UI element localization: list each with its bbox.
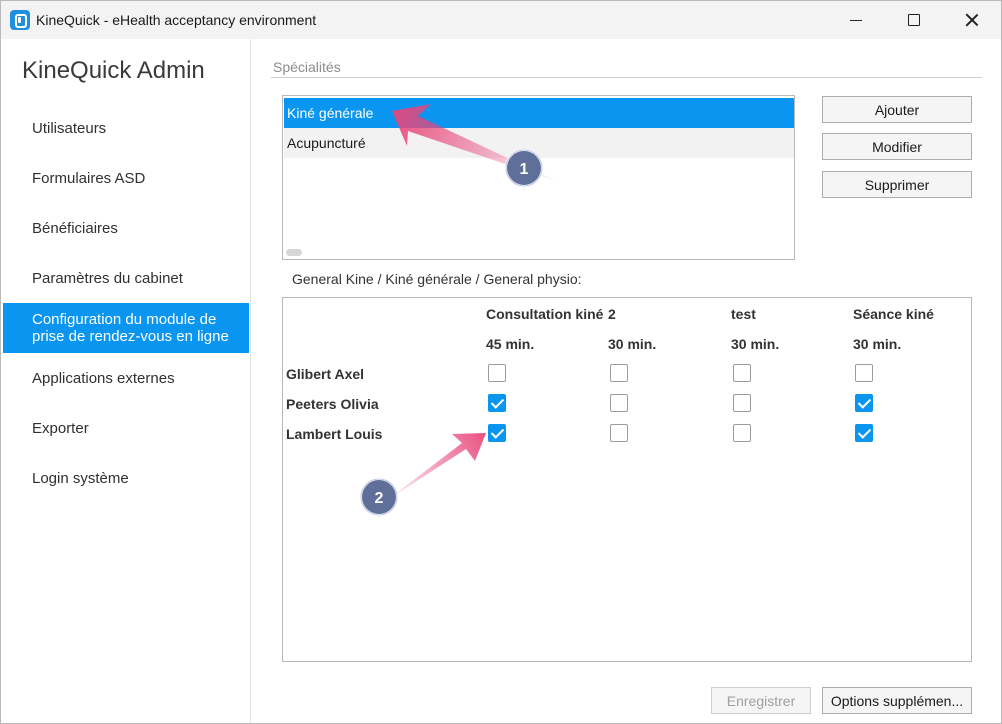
edit-button[interactable]: Modifier (822, 133, 972, 160)
column-header: Consultation kiné (486, 306, 604, 322)
sidebar-item-applications-externes[interactable]: Applications externes (3, 353, 249, 403)
window-title: KineQuick - eHealth acceptancy environme… (36, 12, 317, 28)
add-button[interactable]: Ajouter (822, 96, 972, 123)
column-duration: 30 min. (731, 336, 780, 352)
minimize-icon (850, 19, 862, 21)
column-header: test (731, 306, 756, 322)
sidebar: KineQuick Admin Utilisateurs Formulaires… (1, 39, 251, 723)
list-item[interactable]: Kiné générale (284, 98, 794, 128)
app-logo-icon (10, 10, 30, 30)
sidebar-item-configuration-rdv[interactable]: Configuration du module de prise de rend… (3, 303, 249, 353)
sidebar-item-login-systeme[interactable]: Login système (3, 453, 249, 503)
sidebar-item-parametres-cabinet[interactable]: Paramètres du cabinet (3, 253, 249, 303)
column-duration: 45 min. (486, 336, 535, 352)
availability-checkbox[interactable] (488, 424, 506, 442)
grid-caption: General Kine / Kiné générale / General p… (292, 271, 582, 287)
sidebar-item-formulaires-asd[interactable]: Formulaires ASD (3, 153, 249, 203)
delete-button[interactable]: Supprimer (822, 171, 972, 198)
maximize-button[interactable] (885, 1, 943, 39)
row-name: Glibert Axel (286, 366, 365, 382)
more-options-button[interactable]: Options supplémen... (822, 687, 972, 714)
availability-checkbox[interactable] (855, 364, 873, 382)
column-header: Séance kiné (853, 306, 934, 322)
app-window: KineQuick - eHealth acceptancy environme… (0, 0, 1002, 724)
availability-checkbox[interactable] (610, 394, 628, 412)
availability-checkbox[interactable] (733, 364, 751, 382)
availability-checkbox[interactable] (855, 424, 873, 442)
section-divider (271, 77, 982, 78)
availability-checkbox[interactable] (610, 364, 628, 382)
minimize-button[interactable] (827, 1, 885, 39)
column-duration: 30 min. (608, 336, 657, 352)
specialities-list[interactable]: Kiné générale Acupuncturé (282, 95, 795, 260)
availability-checkbox[interactable] (488, 394, 506, 412)
close-icon (965, 13, 979, 27)
column-header: 2 (608, 306, 616, 322)
sidebar-title: KineQuick Admin (22, 57, 205, 84)
section-title: Spécialités (273, 59, 341, 75)
availability-checkbox[interactable] (733, 394, 751, 412)
close-button[interactable] (943, 1, 1001, 39)
row-name: Lambert Louis (286, 426, 383, 442)
horizontal-scrollbar[interactable] (286, 249, 302, 256)
availability-checkbox[interactable] (855, 394, 873, 412)
availability-checkbox[interactable] (488, 364, 506, 382)
sidebar-item-utilisateurs[interactable]: Utilisateurs (3, 103, 249, 153)
maximize-icon (908, 14, 920, 26)
sidebar-item-beneficiaires[interactable]: Bénéficiaires (3, 203, 249, 253)
column-duration: 30 min. (853, 336, 902, 352)
list-item[interactable]: Acupuncturé (284, 128, 794, 158)
title-bar: KineQuick - eHealth acceptancy environme… (1, 1, 1001, 39)
availability-grid: Consultation kiné 2 test Séance kiné 45 … (282, 297, 972, 662)
availability-checkbox[interactable] (610, 424, 628, 442)
save-button[interactable]: Enregistrer (711, 687, 811, 714)
availability-checkbox[interactable] (733, 424, 751, 442)
row-name: Peeters Olivia (286, 396, 379, 412)
sidebar-item-exporter[interactable]: Exporter (3, 403, 249, 453)
